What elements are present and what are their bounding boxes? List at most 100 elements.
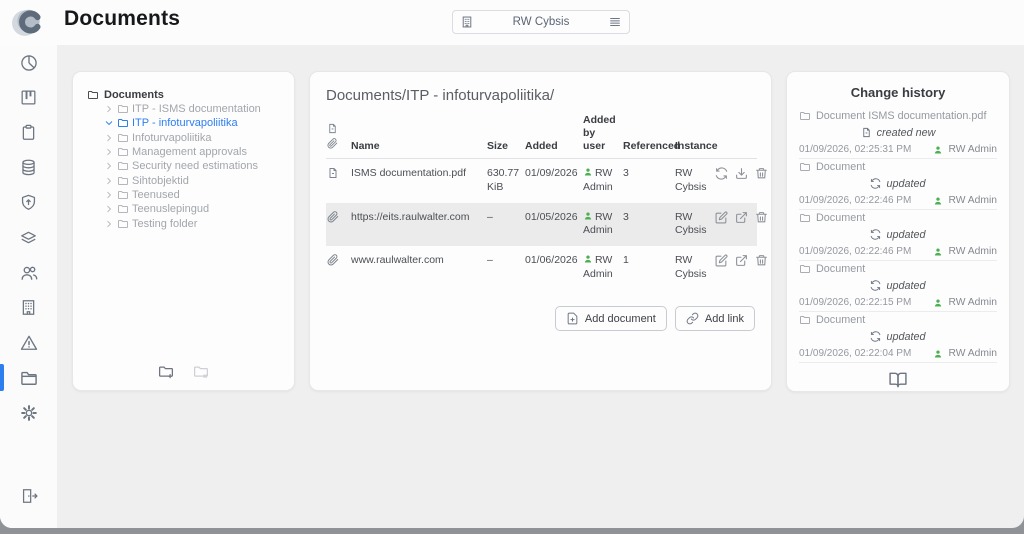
sync-icon[interactable] — [715, 167, 728, 180]
chevron-right-icon[interactable] — [104, 147, 114, 157]
folder-icon — [117, 203, 129, 215]
delete-icon[interactable] — [755, 211, 768, 224]
delete-icon[interactable] — [755, 254, 768, 267]
chevron-right-icon[interactable] — [104, 133, 114, 143]
tree-item-label: Management approvals — [132, 146, 247, 158]
folder-tree-panel: Documents ITP - ISMS documentation ITP -… — [72, 71, 295, 391]
sidebar-item-kanban[interactable] — [0, 80, 57, 115]
tree-item-label: ITP - ISMS documentation — [132, 103, 261, 115]
chevron-right-icon[interactable] — [104, 161, 114, 171]
chevron-right-icon[interactable] — [104, 204, 114, 214]
delete-icon[interactable] — [755, 167, 768, 180]
logout-button[interactable] — [0, 486, 57, 506]
user-icon — [933, 349, 943, 359]
sidebar-item-users[interactable] — [0, 255, 57, 290]
history-action: created new — [877, 127, 936, 139]
history-entry: Document ISMS documentation.pdf created … — [799, 108, 997, 159]
link-icon — [686, 312, 699, 325]
user-icon — [583, 211, 593, 221]
folder-icon — [117, 103, 129, 115]
tree-item[interactable]: Security need estimations — [87, 159, 284, 173]
link-added-by: RW Admin — [582, 246, 622, 289]
tree-root[interactable]: Documents — [87, 87, 284, 102]
sidebar-item-organization[interactable] — [0, 290, 57, 325]
tree-item[interactable]: Infoturvapoliitika — [87, 131, 284, 145]
sidebar — [0, 45, 57, 528]
history-timestamp: 01/09/2026, 02:22:46 PM — [799, 195, 911, 206]
user-icon — [933, 196, 943, 206]
sidebar-item-settings[interactable] — [0, 395, 57, 430]
open-external-icon[interactable] — [735, 211, 748, 224]
open-external-icon[interactable] — [735, 254, 748, 267]
history-timestamp: 01/09/2026, 02:22:46 PM — [799, 246, 911, 257]
sidebar-item-security[interactable] — [0, 185, 57, 220]
user-icon — [583, 254, 593, 264]
history-timestamp: 01/09/2026, 02:25:31 PM — [799, 144, 911, 155]
history-user: RW Admin — [949, 297, 997, 308]
pie-chart-icon — [19, 53, 39, 73]
link-instance: RW Cybsis — [674, 246, 714, 289]
document-instance: RW Cybsis — [674, 159, 714, 203]
add-link-button[interactable]: Add link — [675, 306, 755, 331]
tree-item-selected[interactable]: ITP - infoturvapoliitika — [87, 116, 284, 130]
column-header-name: Name — [350, 112, 486, 159]
chevron-right-icon[interactable] — [104, 104, 114, 114]
file-icon — [861, 127, 872, 138]
column-header-actions — [714, 112, 757, 159]
tree-item[interactable]: Testing folder — [87, 216, 284, 230]
sidebar-item-dashboard[interactable] — [0, 45, 57, 80]
menu-icon[interactable] — [608, 15, 622, 29]
tree-item[interactable]: ITP - ISMS documentation — [87, 102, 284, 116]
folder-icon — [117, 175, 129, 187]
tree-item[interactable]: Teenuslepingud — [87, 202, 284, 216]
edit-icon[interactable] — [715, 254, 728, 267]
sidebar-item-assets[interactable] — [0, 150, 57, 185]
user-icon — [583, 167, 593, 177]
remove-folder-icon[interactable] — [192, 363, 210, 381]
chevron-right-icon[interactable] — [104, 219, 114, 229]
edit-icon[interactable] — [715, 211, 728, 224]
sidebar-item-layers[interactable] — [0, 220, 57, 255]
download-icon[interactable] — [735, 167, 748, 180]
sidebar-item-risks[interactable] — [0, 325, 57, 360]
history-user: RW Admin — [949, 348, 997, 359]
column-header-added: Added — [524, 112, 582, 159]
sidebar-item-tasks[interactable] — [0, 115, 57, 150]
history-user: RW Admin — [949, 246, 997, 257]
type-column-header — [326, 112, 350, 159]
tree-item-label: ITP - infoturvapoliitika — [132, 117, 238, 129]
link-instance: RW Cybsis — [674, 203, 714, 246]
link-added-by: RW Admin — [582, 203, 622, 246]
table-row[interactable]: ISMS documentation.pdf 630.77 KiB 01/09/… — [326, 159, 757, 203]
chevron-down-icon[interactable] — [104, 118, 114, 128]
column-header-added-by: Added by user — [582, 112, 622, 159]
tree-item[interactable]: Management approvals — [87, 145, 284, 159]
folder-icon — [117, 189, 129, 201]
instance-selector[interactable]: RW Cybsis — [452, 10, 630, 34]
full-history-button[interactable] — [799, 370, 997, 390]
tree-item-label: Infoturvapoliitika — [132, 132, 212, 144]
change-history-panel: Change history Document ISMS documentati… — [786, 71, 1010, 392]
history-target: Document — [816, 263, 865, 275]
gear-icon — [19, 403, 39, 423]
tree-item-label: Security need estimations — [132, 160, 258, 172]
history-target: Document — [816, 161, 865, 173]
history-action: updated — [886, 229, 925, 241]
table-row[interactable]: www.raulwalter.com – 01/06/2026 RW Admin… — [326, 246, 757, 289]
chevron-right-icon[interactable] — [104, 190, 114, 200]
sidebar-item-documents[interactable] — [0, 360, 57, 395]
folder-icon — [117, 218, 129, 230]
table-row[interactable]: https://eits.raulwalter.com – 01/05/2026… — [326, 203, 757, 246]
tree-item-label: Teenuslepingud — [132, 203, 209, 215]
kanban-board-icon — [19, 88, 38, 107]
folder-icon — [117, 160, 129, 172]
history-action: updated — [886, 331, 925, 343]
row-actions — [714, 159, 757, 203]
history-user: RW Admin — [949, 195, 997, 206]
add-folder-icon[interactable] — [157, 363, 175, 381]
chevron-right-icon[interactable] — [104, 176, 114, 186]
content-area: Documents ITP - ISMS documentation ITP -… — [57, 45, 1024, 528]
tree-item[interactable]: Teenused — [87, 188, 284, 202]
add-document-button[interactable]: Add document — [555, 306, 667, 331]
tree-item[interactable]: Sihtobjektid — [87, 173, 284, 187]
